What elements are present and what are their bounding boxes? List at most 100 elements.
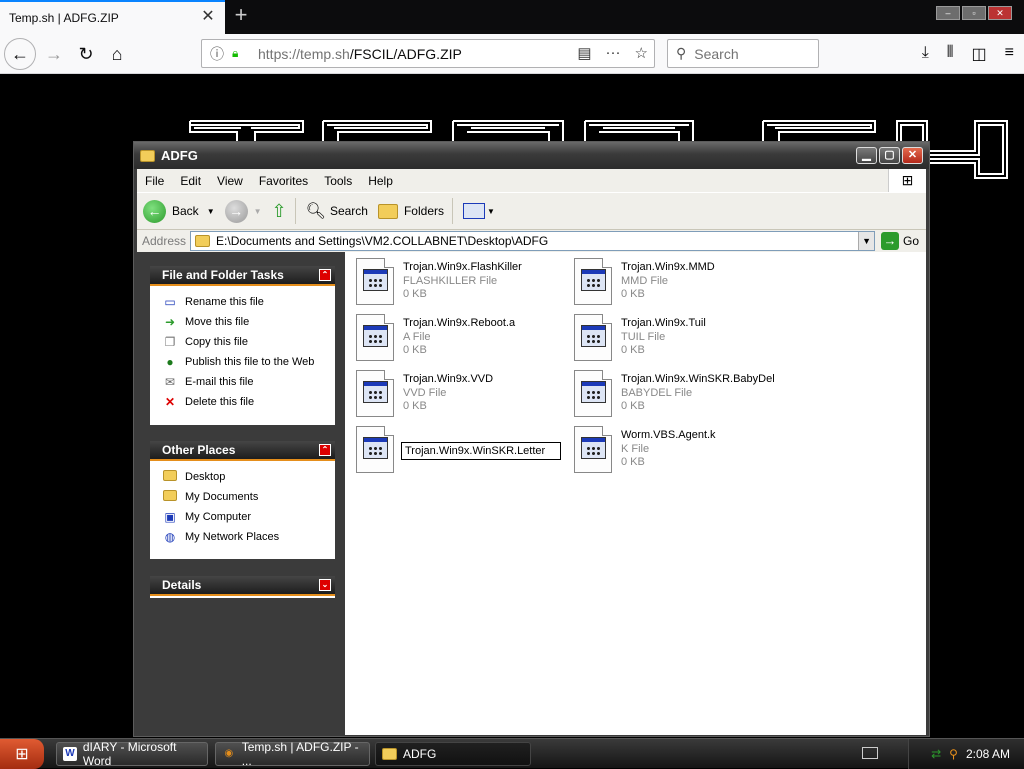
other-places-panel: Other Places ⌃ Desktop My Documents ▣ My … — [150, 441, 335, 559]
menu-favorites[interactable]: Favorites — [251, 174, 316, 188]
place-network[interactable]: ◍ My Network Places — [162, 527, 335, 547]
menu-tools[interactable]: Tools — [316, 174, 360, 188]
library-icon[interactable]: ⫴ — [947, 44, 954, 64]
details-title: Details — [162, 578, 202, 592]
computer-icon: ▣ — [164, 510, 176, 524]
email-icon: ✉ — [164, 375, 176, 389]
back-arrow-icon[interactable]: ← — [4, 38, 36, 70]
file-name: Trojan.Win9x.MMD — [621, 261, 715, 273]
explorer-title-bar[interactable]: ADFG ▁ ▢ ✕ — [134, 142, 929, 169]
explorer-close-button[interactable]: ✕ — [902, 147, 923, 164]
back-button[interactable]: ← Back ▼ — [143, 199, 215, 223]
file-item[interactable]: Trojan.Win9x.WinSKR.BabyDel BABYDEL File… — [574, 370, 784, 420]
file-item[interactable]: Trojan.Win9x.Tuil TUIL File 0 KB — [574, 314, 784, 364]
task-copy[interactable]: ❐ Copy this file — [162, 332, 335, 352]
folders-button[interactable]: Folders — [377, 203, 444, 219]
close-window-button[interactable]: ✕ — [988, 6, 1012, 20]
expand-icon[interactable]: ⌄ — [319, 579, 331, 591]
url-bar[interactable]: ⓘ 🔒︎ https://temp.sh/FSCIL/ADFG.ZIP ▤ ··… — [201, 39, 655, 68]
task-rename[interactable]: ▭ Rename this file — [162, 292, 335, 312]
task-label: Publish this file to the Web — [185, 356, 315, 368]
network-tray-icon[interactable]: ⇄ — [931, 747, 941, 761]
back-dropdown-icon[interactable]: ▼ — [207, 207, 215, 216]
file-item[interactable]: Worm.VBS.Agent.k K File 0 KB — [574, 426, 784, 476]
home-icon[interactable]: ⌂ — [103, 40, 131, 68]
views-button[interactable]: ▼ — [462, 203, 495, 219]
address-folder-icon — [195, 235, 211, 247]
explorer-minimize-button[interactable]: ▁ — [856, 147, 877, 164]
browser-tab-strip: Temp.sh | ADFG.ZIP ✕ + – ▫ ✕ — [0, 0, 1024, 34]
keyboard-icon[interactable] — [862, 747, 878, 759]
menu-file[interactable]: File — [137, 174, 172, 188]
address-input[interactable]: E:\Documents and Settings\VM2.COLLABNET\… — [190, 231, 876, 251]
download-icon[interactable]: ⤓ — [922, 44, 929, 64]
task-delete[interactable]: ✕ Delete this file — [162, 392, 335, 412]
task-move[interactable]: ➜ Move this file — [162, 312, 335, 332]
file-name: Trojan.Win9x.VVD — [403, 373, 494, 385]
file-name: Trojan.Win9x.WinSKR.BabyDel — [621, 373, 775, 385]
task-email[interactable]: ✉ E-mail this file — [162, 372, 335, 392]
file-item[interactable]: Trojan.Win9x.Reboot.a A File 0 KB — [356, 314, 566, 364]
menu-edit[interactable]: Edit — [172, 174, 209, 188]
collapse-icon[interactable]: ⌃ — [319, 444, 331, 456]
tab-close-icon[interactable]: ✕ — [199, 8, 217, 26]
file-item[interactable]: Trojan.Win9x.MMD MMD File 0 KB — [574, 258, 784, 308]
reload-icon[interactable]: ↻ — [72, 40, 100, 68]
details-header[interactable]: Details ⌄ — [150, 576, 335, 596]
folders-label: Folders — [403, 204, 444, 218]
file-type: BABYDEL File — [621, 387, 693, 399]
start-button[interactable]: ⊞ — [0, 739, 44, 769]
up-folder-button[interactable]: ⇧ — [272, 201, 287, 222]
place-my-documents[interactable]: My Documents — [162, 487, 335, 507]
reader-view-icon[interactable]: ▤ — [577, 44, 591, 62]
file-folder-tasks-header[interactable]: File and Folder Tasks ⌃ — [150, 266, 335, 286]
forward-arrow-icon[interactable]: → — [40, 40, 68, 68]
views-dropdown-icon: ▼ — [486, 206, 495, 216]
task-label: Rename this file — [185, 296, 264, 308]
collapse-icon[interactable]: ⌃ — [319, 269, 331, 281]
go-arrow-icon: → — [881, 232, 900, 250]
go-button[interactable]: → Go — [881, 232, 919, 250]
hamburger-menu-icon[interactable]: ≡ — [1005, 44, 1014, 64]
up-folder-icon: ⇧ — [271, 200, 287, 221]
file-icon — [574, 314, 612, 361]
explorer-toolbar: ← Back ▼ → ▼ ⇧ 🔍︎ Search Folders ▼ — [137, 192, 926, 230]
forward-button[interactable]: → ▼ — [224, 199, 262, 223]
new-tab-button[interactable]: + — [229, 4, 253, 28]
taskbar-button-explorer[interactable]: ADFG — [375, 742, 531, 766]
info-icon[interactable]: ⓘ — [210, 44, 228, 64]
menu-help[interactable]: Help — [360, 174, 401, 188]
file-item[interactable]: Trojan.Win9x.FlashKiller FLASHKILLER Fil… — [356, 258, 566, 308]
sidebar-icon[interactable]: ◫ — [972, 44, 987, 64]
rename-input[interactable] — [401, 442, 561, 460]
rename-icon: ▭ — [164, 295, 176, 309]
place-label: Desktop — [185, 471, 226, 483]
bookmark-star-icon[interactable]: ☆ — [635, 44, 648, 62]
minimize-button[interactable]: – — [936, 6, 960, 20]
file-name: Trojan.Win9x.FlashKiller — [403, 261, 522, 273]
magnifier-icon: 🔍︎ — [305, 203, 326, 220]
place-my-computer[interactable]: ▣ My Computer — [162, 507, 335, 527]
task-publish[interactable]: ● Publish this file to the Web — [162, 352, 335, 372]
toolbar-separator — [294, 198, 296, 224]
explorer-maximize-button[interactable]: ▢ — [879, 147, 900, 164]
taskbar-button-word[interactable]: W dIARY - Microsoft Word — [56, 740, 208, 768]
restore-button[interactable]: ▫ — [962, 6, 986, 20]
explorer-folder-icon — [382, 748, 397, 760]
place-desktop[interactable]: Desktop — [162, 467, 335, 487]
taskbar-button-firefox[interactable]: ◉ Temp.sh | ADFG.ZIP - ... — [215, 740, 370, 768]
file-item-renaming[interactable] — [356, 426, 566, 476]
browser-tab[interactable]: Temp.sh | ADFG.ZIP ✕ — [0, 0, 225, 34]
file-item[interactable]: Trojan.Win9x.VVD VVD File 0 KB — [356, 370, 566, 420]
search-button[interactable]: 🔍︎ Search — [306, 201, 368, 221]
address-dropdown-icon[interactable]: ▼ — [858, 232, 875, 250]
forward-dropdown-icon[interactable]: ▼ — [254, 207, 262, 216]
search-tray-icon[interactable]: ⚲ — [949, 747, 958, 761]
task-label: Copy this file — [185, 336, 248, 348]
other-places-header[interactable]: Other Places ⌃ — [150, 441, 335, 461]
file-type: FLASHKILLER File — [403, 275, 498, 287]
menu-view[interactable]: View — [209, 174, 251, 188]
back-label: Back — [172, 204, 199, 218]
search-input[interactable]: ⚲ Search — [667, 39, 819, 68]
page-actions-icon[interactable]: ··· — [606, 44, 621, 62]
